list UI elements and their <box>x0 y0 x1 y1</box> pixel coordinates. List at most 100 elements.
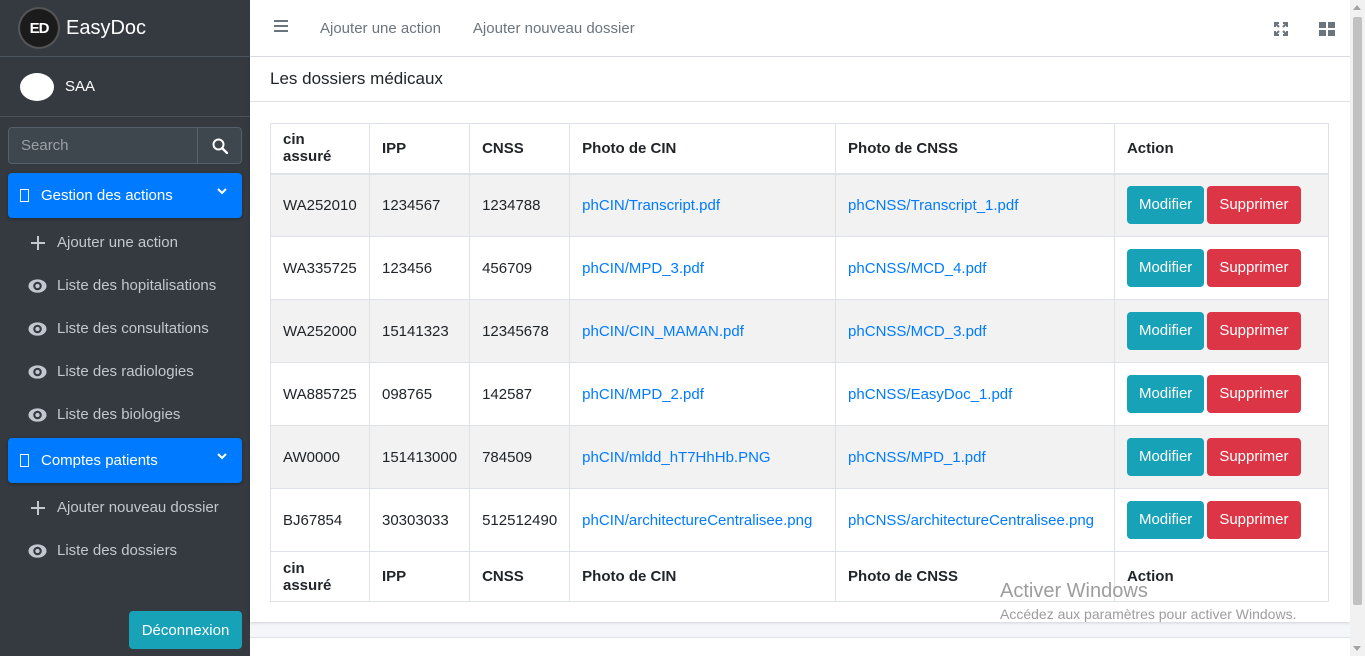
cell-cnss: 12345678 <box>469 299 571 363</box>
delete-button[interactable]: Supprimer <box>1207 438 1301 476</box>
edit-button[interactable]: Modifier <box>1126 249 1205 287</box>
photo-cin-link[interactable]: phCIN/architectureCentralisee.png <box>569 488 837 552</box>
logout-button[interactable]: Déconnexion <box>129 611 242 649</box>
cell-cnss: 456709 <box>469 236 571 300</box>
delete-button[interactable]: Supprimer <box>1207 375 1301 413</box>
scroll-up-arrow-icon[interactable] <box>1353 5 1361 10</box>
column-header: CNSS <box>469 123 571 175</box>
table-row: WA335725 123456 456709 phCIN/MPD_3.pdf p… <box>270 236 1330 300</box>
photo-cin-link[interactable]: phCIN/Transcript.pdf <box>569 173 837 237</box>
column-header: Photo de CNSS <box>835 123 1115 175</box>
cell-ipp: 30303033 <box>368 488 471 552</box>
eye-icon <box>28 276 47 295</box>
delete-button[interactable]: Supprimer <box>1207 312 1301 350</box>
cell-cin: WA335725 <box>270 236 370 300</box>
nav-comptes-patients[interactable]: Comptes patients <box>8 438 242 483</box>
edit-button[interactable]: Modifier <box>1126 186 1205 225</box>
fullscreen-button[interactable] <box>1258 21 1304 36</box>
eye-icon <box>28 541 47 560</box>
photo-cin-link[interactable]: phCIN/CIN_MAMAN.pdf <box>569 299 837 363</box>
nav-header-label: Comptes patients <box>41 452 158 469</box>
edit-button[interactable]: Modifier <box>1126 501 1205 539</box>
photo-cnss-link[interactable]: phCNSS/MCD_3.pdf <box>835 299 1115 363</box>
eye-icon <box>28 405 47 424</box>
delete-button[interactable]: Supprimer <box>1207 501 1301 539</box>
cell-cnss: 1234788 <box>469 173 571 237</box>
edit-button[interactable]: Modifier <box>1126 438 1205 476</box>
column-header: Action <box>1113 123 1330 175</box>
column-footer: Photo de CIN <box>569 551 837 602</box>
sidebar: ED EasyDoc SAA Gestion des actions Ajout… <box>0 0 250 656</box>
photo-cin-link[interactable]: phCIN/MPD_2.pdf <box>569 362 837 426</box>
sidebar-item-ajouter-action[interactable]: Ajouter une action <box>0 221 250 264</box>
scroll-thumb[interactable] <box>1353 17 1362 605</box>
column-footer: CNSS <box>469 551 571 602</box>
brand[interactable]: ED EasyDoc <box>0 0 250 57</box>
column-footer: Photo de CNSS <box>835 551 1115 602</box>
photo-cin-link[interactable]: phCIN/mldd_hT7HhHb.PNG <box>569 425 837 489</box>
scroll-down-arrow-icon[interactable] <box>1353 646 1361 651</box>
sidebar-search <box>8 127 242 164</box>
sidebar-item-label: Ajouter une action <box>57 234 178 251</box>
cell-actions: Modifier Supprimer <box>1113 488 1330 552</box>
square-icon <box>20 454 29 467</box>
chevron-down-icon <box>217 453 227 460</box>
chevron-down-icon <box>217 188 227 195</box>
cell-cnss: 512512490 <box>469 488 571 552</box>
column-footer: Action <box>1113 551 1330 602</box>
plus-icon <box>28 233 47 252</box>
cell-actions: Modifier Supprimer <box>1113 236 1330 300</box>
nav-gestion-actions[interactable]: Gestion des actions <box>8 173 242 218</box>
card-title: Les dossiers médicaux <box>250 57 1350 102</box>
menu-toggle[interactable] <box>274 19 288 37</box>
table-row: WA252010 1234567 1234788 phCIN/Transcrip… <box>270 173 1330 237</box>
edit-button[interactable]: Modifier <box>1126 375 1205 413</box>
user-panel[interactable]: SAA <box>0 57 250 117</box>
sidebar-item-label: Liste des hopitalisations <box>57 277 217 294</box>
cell-cin: AW0000 <box>270 425 370 489</box>
delete-button[interactable]: Supprimer <box>1207 186 1301 225</box>
brand-logo: ED <box>20 9 58 47</box>
sidebar-item-ajouter-dossier[interactable]: Ajouter nouveau dossier <box>0 486 250 529</box>
top-navbar: Ajouter une action Ajouter nouveau dossi… <box>250 0 1350 57</box>
cell-cin: WA885725 <box>270 362 370 426</box>
brand-name: EasyDoc <box>66 16 147 39</box>
top-link-ajouter-action[interactable]: Ajouter une action <box>320 20 441 37</box>
cell-ipp: 151413000 <box>368 425 471 489</box>
photo-cnss-link[interactable]: phCNSS/architectureCentralisee.png <box>835 488 1115 552</box>
user-name: SAA <box>65 78 96 95</box>
page-scrollbar[interactable] <box>1350 0 1365 656</box>
edit-button[interactable]: Modifier <box>1126 312 1205 350</box>
cell-ipp: 098765 <box>368 362 471 426</box>
column-header: Photo de CIN <box>569 123 837 175</box>
cell-actions: Modifier Supprimer <box>1113 425 1330 489</box>
photo-cin-link[interactable]: phCIN/MPD_3.pdf <box>569 236 837 300</box>
column-footer: cin assuré <box>270 551 370 602</box>
search-button[interactable] <box>197 128 241 163</box>
sidebar-item-dossiers[interactable]: Liste des dossiers <box>0 529 250 572</box>
search-input[interactable] <box>9 128 197 163</box>
cell-actions: Modifier Supprimer <box>1113 299 1330 363</box>
page-footer <box>250 637 1350 656</box>
top-link-ajouter-dossier[interactable]: Ajouter nouveau dossier <box>473 20 635 37</box>
sidebar-item-consultations[interactable]: Liste des consultations <box>0 307 250 350</box>
cell-actions: Modifier Supprimer <box>1113 362 1330 426</box>
sidebar-item-radiologies[interactable]: Liste des radiologies <box>0 350 250 393</box>
delete-button[interactable]: Supprimer <box>1207 249 1301 287</box>
control-sidebar-button[interactable] <box>1304 21 1350 36</box>
eye-icon <box>28 362 47 381</box>
table-row: WA885725 098765 142587 phCIN/MPD_2.pdf p… <box>270 362 1330 426</box>
table-row: BJ67854 30303033 512512490 phCIN/archite… <box>270 488 1330 552</box>
sidebar-item-label: Liste des dossiers <box>57 542 178 559</box>
photo-cnss-link[interactable]: phCNSS/MCD_4.pdf <box>835 236 1115 300</box>
column-header: cin assuré <box>270 123 370 175</box>
sidebar-item-biologies[interactable]: Liste des biologies <box>0 393 250 436</box>
photo-cnss-link[interactable]: phCNSS/MPD_1.pdf <box>835 425 1115 489</box>
photo-cnss-link[interactable]: phCNSS/EasyDoc_1.pdf <box>835 362 1115 426</box>
top-icons <box>1258 0 1350 57</box>
photo-cnss-link[interactable]: phCNSS/Transcript_1.pdf <box>835 173 1115 237</box>
sidebar-item-hopitalisations[interactable]: Liste des hopitalisations <box>0 264 250 307</box>
sidebar-item-label: Ajouter nouveau dossier <box>57 499 219 516</box>
avatar <box>20 72 54 101</box>
cell-cin: BJ67854 <box>270 488 370 552</box>
